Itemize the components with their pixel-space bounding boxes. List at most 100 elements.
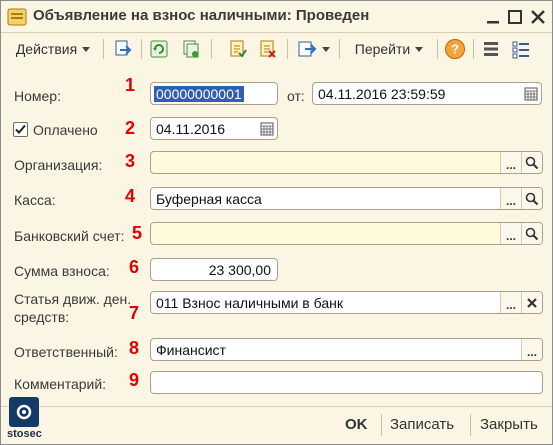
unpost-document-icon [260,40,276,58]
marker-5: 5 [132,223,143,243]
actions-menu-button[interactable]: Действия [7,36,99,62]
cash-flow-item-field[interactable]: 011 Взнос наличными в банк ... [150,291,543,314]
comment-label: Комментарий: [14,376,107,392]
number-label: Номер: [14,88,61,104]
document-date-value: 04.11.2016 23:59:59 [318,86,446,102]
minimize-icon[interactable] [483,7,503,27]
save-button[interactable]: Записать [390,416,454,433]
svg-text:?: ? [451,42,459,57]
bank-account-open-button[interactable] [521,223,542,244]
cashbox-open-button[interactable] [521,188,542,209]
document-window: Объявление на взнос наличными: Проведен … [0,0,553,445]
ellipsis-icon: ... [505,228,516,243]
organization-field[interactable]: ... [150,151,543,174]
post-document-icon [230,40,247,58]
marker-1: 1 [125,75,136,95]
ellipsis-icon: ... [505,193,516,208]
help-button[interactable]: ? [443,36,467,62]
calendar-icon [524,87,537,100]
create-based-on-icon [298,41,316,57]
close-button[interactable]: Закрыть [480,416,538,433]
bank-account-field[interactable]: ... [150,222,543,245]
checklist-icon [512,41,529,59]
help-icon: ? [445,39,465,59]
window-title: Объявление на взнос наличными: Проведен [33,7,370,24]
date-from-label: от: [287,88,305,104]
calendar-icon [260,122,273,135]
cashbox-field[interactable]: Буферная касса ... [150,187,543,210]
marker-9: 9 [129,370,140,390]
magnifier-icon [525,192,539,205]
toolbar: Действия Перейти ? [3,36,550,64]
refresh-button[interactable] [147,36,171,62]
chevron-down-icon [415,46,424,52]
chevron-down-icon [82,46,91,52]
organization-label: Организация: [14,157,103,173]
ellipsis-icon: ... [505,297,516,312]
maximize-icon[interactable] [505,7,525,27]
actions-menu-label: Действия [15,41,78,57]
cash-flow-item-select-button[interactable]: ... [500,292,521,313]
responsible-value: Финансист [156,342,226,358]
calendar-button[interactable] [520,83,541,104]
unpost-document-button[interactable] [255,36,279,62]
watermark: stosec [7,397,42,445]
create-based-on-button[interactable] [295,36,331,62]
marker-8: 8 [129,338,140,358]
number-field[interactable]: 00000000001 [150,82,278,105]
cashbox-label: Касса: [14,192,56,208]
cash-flow-item-label-line1: Статья движ. ден. [14,291,132,307]
structure-button[interactable] [479,36,503,62]
chevron-down-icon [321,46,330,52]
post-and-close-icon [115,40,132,56]
comment-field[interactable] [150,371,543,394]
paid-checkbox[interactable] [13,122,28,137]
title-bar: Объявление на взнос наличными: Проведен [1,1,552,33]
ok-button[interactable]: OK [345,416,368,433]
amount-value: 23 300,00 [208,262,271,278]
number-value: 00000000001 [154,86,244,102]
clear-x-icon [527,297,537,308]
magnifier-icon [525,227,539,240]
cash-flow-item-value: 011 Взнос наличными в банк [156,295,343,311]
cashbox-value: Буферная касса [156,191,262,207]
document-icon [7,8,27,26]
amount-label: Сумма взноса: [14,263,110,279]
copy-icon [183,40,199,58]
organization-select-button[interactable]: ... [500,152,521,173]
ellipsis-icon: ... [526,344,537,359]
paid-label: Оплачено [33,122,98,138]
responsible-field[interactable]: Финансист ... [150,338,543,361]
amount-field[interactable]: 23 300,00 [150,258,278,281]
marker-6: 6 [129,257,140,277]
copy-button[interactable] [179,36,203,62]
bank-account-label: Банковский счет: [14,228,125,244]
magnifier-icon [525,156,539,169]
responsible-select-button[interactable]: ... [521,339,542,360]
goto-menu-button[interactable]: Перейти [345,36,433,62]
watermark-text: stosec [7,428,42,440]
settings-list-button[interactable] [509,36,533,62]
marker-2: 2 [125,118,136,138]
post-and-close-button[interactable] [111,36,135,62]
goto-menu-label: Перейти [354,41,411,57]
responsible-label: Ответственный: [14,344,118,360]
cashbox-select-button[interactable]: ... [500,188,521,209]
organization-open-button[interactable] [521,152,542,173]
payment-date-value: 04.11.2016 [156,121,226,137]
checkmark-icon [15,124,26,134]
marker-4: 4 [125,186,136,206]
marker-7: 7 [129,303,140,323]
close-icon[interactable] [528,7,548,27]
bank-account-select-button[interactable]: ... [500,223,521,244]
cash-flow-item-clear-button[interactable] [521,292,542,313]
document-date-field[interactable]: 04.11.2016 23:59:59 [312,82,542,105]
bottom-divider [1,406,552,407]
payment-calendar-button[interactable] [256,118,277,139]
post-document-button[interactable] [225,36,249,62]
cash-flow-item-label-line2: средств: [14,309,70,325]
marker-3: 3 [125,151,136,171]
gear-icon [16,404,32,420]
refresh-icon [150,40,168,58]
payment-date-field[interactable]: 04.11.2016 [150,117,278,140]
